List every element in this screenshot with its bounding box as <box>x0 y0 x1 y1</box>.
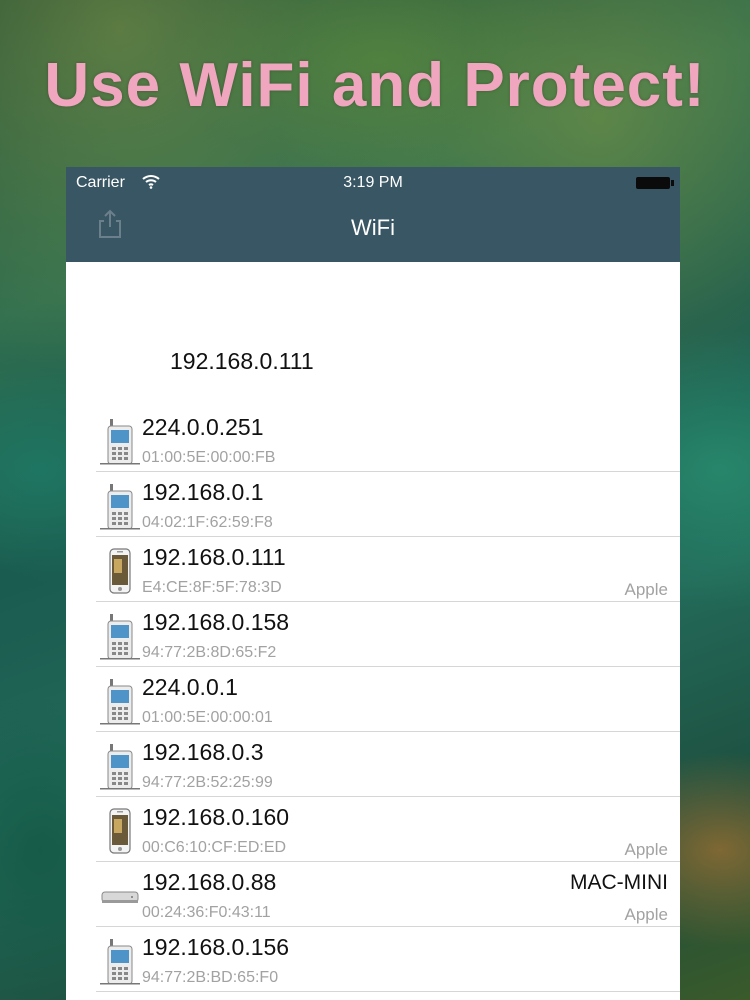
device-ip: 192.168.0.156 <box>142 934 290 960</box>
device-mac: 01:00:5E:00:00:01 <box>142 709 273 726</box>
device-ip: 192.168.0.111 <box>142 544 286 570</box>
status-time: 3:19 PM <box>343 174 403 191</box>
device-row[interactable]: 192.168.0.111 E4:CE:8F:5F:78:3D Apple <box>66 537 680 602</box>
device-mac: 00:C6:10:CF:ED:ED <box>142 839 287 856</box>
device-row[interactable]: 192.168.0.3 94:77:2B:52:25:99 <box>66 732 680 797</box>
device-vendor: Apple <box>624 905 668 924</box>
device-vendor: Apple <box>624 840 668 859</box>
device-ip: 192.168.0.88 <box>142 869 277 895</box>
device-row[interactable]: 192.168.0.160 00:C6:10:CF:ED:ED Apple <box>66 797 680 862</box>
device-mac: 94:77:2B:8D:65:F2 <box>142 644 277 661</box>
mobile-phone-icon <box>100 482 140 530</box>
app-screen: Carrier 3:19 PM WiFi 192.168.0.111 224.0… <box>66 167 680 1000</box>
mobile-phone-icon <box>100 742 140 790</box>
row-separator <box>96 991 680 992</box>
iphone-icon <box>100 547 140 595</box>
device-row[interactable]: 192.168.0.156 94:77:2B:BD:65:F0 <box>66 927 680 992</box>
device-ip: 192.168.0.160 <box>142 804 290 830</box>
device-row[interactable]: 224.0.0.251 01:00:5E:00:00:FB <box>66 407 680 472</box>
device-list: 224.0.0.251 01:00:5E:00:00:FB 192.168.0.1 0… <box>66 407 680 992</box>
device-mac: 01:00:5E:00:00:FB <box>142 449 276 466</box>
navigation-bar: Carrier 3:19 PM WiFi <box>66 167 680 262</box>
mobile-phone-icon <box>100 677 140 725</box>
device-hostname: MAC-MINI <box>570 871 668 894</box>
device-mac: 04:02:1F:62:59:F8 <box>142 514 273 531</box>
device-row[interactable]: 224.0.0.1 01:00:5E:00:00:01 <box>66 667 680 732</box>
promo-headline: Use WiFi and Protect! <box>44 51 706 120</box>
device-mac: E4:CE:8F:5F:78:3D <box>142 579 282 596</box>
device-vendor: Apple <box>624 580 668 599</box>
status-bar: Carrier 3:19 PM <box>66 167 680 199</box>
device-row[interactable]: 192.168.0.88 00:24:36:F0:43:11 Apple MAC-MI… <box>66 862 680 927</box>
mobile-phone-icon <box>100 417 140 465</box>
device-ip: 224.0.0.1 <box>142 674 238 700</box>
device-mac: 00:24:36:F0:43:11 <box>142 904 271 921</box>
device-mac: 94:77:2B:BD:65:F0 <box>142 969 279 986</box>
iphone-icon <box>100 807 140 855</box>
device-ip: 192.168.0.158 <box>142 609 290 635</box>
battery-icon <box>636 177 674 189</box>
device-row[interactable]: 192.168.0.158 94:77:2B:8D:65:F2 <box>66 602 680 667</box>
device-ip: 192.168.0.3 <box>142 739 264 765</box>
device-ip: 192.168.0.1 <box>142 479 264 505</box>
device-ip: 224.0.0.251 <box>142 414 264 440</box>
mobile-phone-icon <box>100 612 140 660</box>
mac-mini-icon <box>100 872 140 920</box>
own-ip-address: 192.168.0.111 <box>170 348 314 374</box>
device-mac: 94:77:2B:52:25:99 <box>142 774 273 791</box>
mobile-phone-icon <box>100 937 140 985</box>
device-row[interactable]: 192.168.0.1 04:02:1F:62:59:F8 <box>66 472 680 537</box>
nav-title: WiFi <box>351 215 395 240</box>
